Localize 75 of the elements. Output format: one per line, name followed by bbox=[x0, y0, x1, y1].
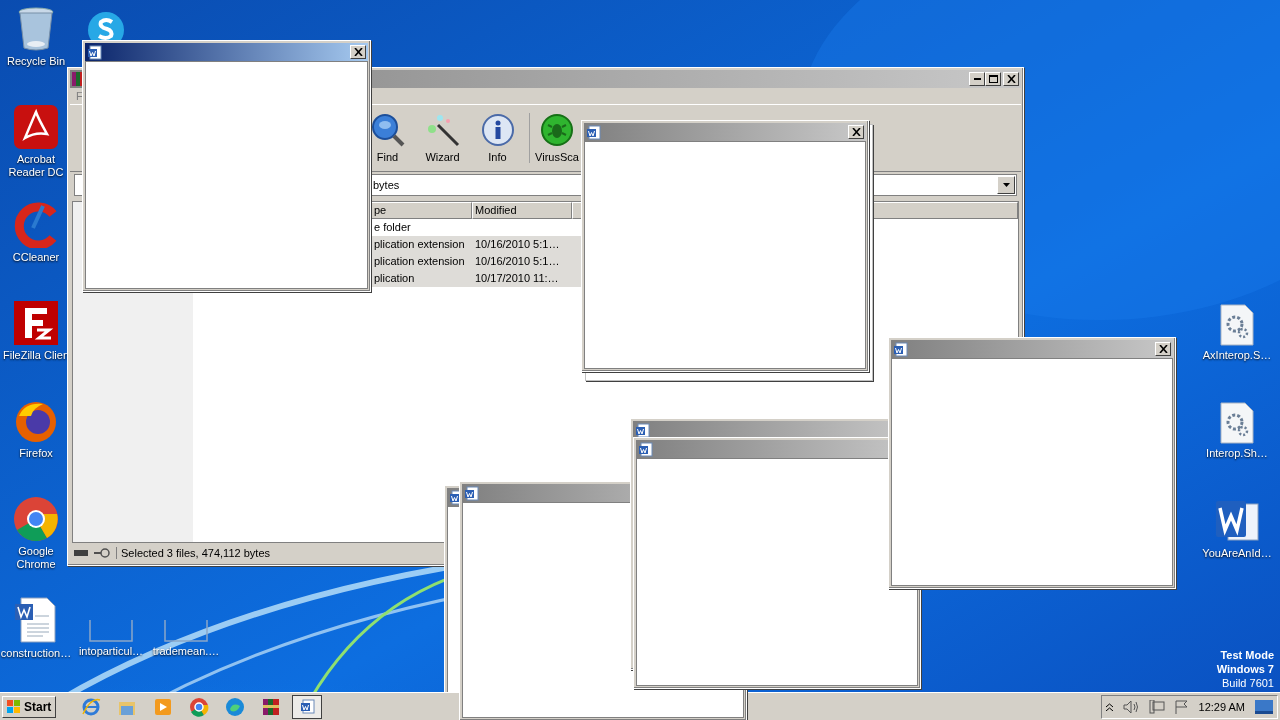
toolbar-button[interactable]: Wizard bbox=[415, 108, 470, 168]
table-cell-text: 10/17/2010 11:… bbox=[474, 271, 560, 286]
close-button[interactable] bbox=[1003, 72, 1019, 86]
icon-label: Firefox bbox=[19, 447, 53, 460]
close-button[interactable] bbox=[1155, 342, 1171, 356]
word-document-icon bbox=[87, 44, 102, 60]
table-cell-text: plication extension bbox=[373, 254, 466, 269]
archive-books-icon bbox=[261, 696, 282, 717]
ccleaner-icon bbox=[13, 202, 59, 248]
icon-label: YouAreAnId… bbox=[1202, 547, 1272, 560]
windows-logo-icon bbox=[7, 699, 21, 714]
drive-icon bbox=[74, 550, 88, 556]
os-notice-text: Windows 7 bbox=[1216, 662, 1274, 676]
acrobat-icon bbox=[13, 104, 59, 150]
filezilla-icon bbox=[13, 300, 59, 346]
table-cell-text: 10/16/2010 5:1… bbox=[474, 254, 561, 269]
start-button[interactable]: Start bbox=[2, 695, 57, 718]
toolbar-button[interactable]: Info bbox=[470, 108, 525, 168]
bug-icon bbox=[540, 113, 574, 147]
icon-label: Google Chrome bbox=[15, 545, 57, 571]
minimize-button[interactable] bbox=[969, 72, 985, 86]
close-icon bbox=[851, 128, 861, 136]
network-icon bbox=[1148, 699, 1165, 714]
chrome-icon bbox=[13, 496, 59, 542]
flag-icon bbox=[1174, 699, 1189, 714]
table-cell-text: e folder bbox=[373, 220, 412, 235]
show-desktop-icon bbox=[1255, 699, 1273, 714]
recycle-bin-icon bbox=[16, 6, 56, 52]
word-document-icon bbox=[13, 596, 59, 644]
magic-wand-icon bbox=[425, 113, 460, 147]
word-document-icon bbox=[586, 124, 601, 140]
table-cell-text: plication extension bbox=[373, 237, 466, 252]
dropdown-arrow-icon bbox=[1002, 183, 1010, 187]
column-header[interactable]: Modified bbox=[472, 202, 572, 219]
close-icon bbox=[353, 48, 363, 56]
column-header[interactable]: pe bbox=[371, 202, 472, 219]
table-cell-text: plication bbox=[373, 271, 416, 286]
gears-file-icon bbox=[1220, 304, 1254, 346]
icon-label: Interop.Sh… bbox=[1206, 447, 1268, 460]
gears-file-icon bbox=[1220, 402, 1254, 444]
toolbar-button[interactable]: VirusSca bbox=[535, 108, 579, 168]
os-notice-text: Build 7601 bbox=[1222, 676, 1274, 690]
status-text: Selected 3 files, 474,112 bytes bbox=[116, 547, 270, 559]
taskbar-app-button[interactable] bbox=[292, 694, 323, 719]
close-button[interactable] bbox=[350, 45, 366, 59]
blank-file-icon bbox=[89, 620, 133, 642]
close-icon bbox=[1006, 75, 1016, 83]
icon-label: Acrobat Reader DC bbox=[7, 153, 65, 179]
chevron-up-icon bbox=[1105, 702, 1113, 711]
icon-label: construction… bbox=[0, 647, 72, 660]
word-document-icon bbox=[893, 341, 908, 357]
media-player-icon bbox=[153, 696, 174, 717]
word-icon bbox=[1214, 498, 1260, 544]
os-notice-text: Test Mode bbox=[1220, 648, 1274, 662]
icon-label: Recycle Bin bbox=[6, 55, 66, 68]
table-cell-text: 10/16/2010 5:1… bbox=[474, 237, 561, 252]
key-icon bbox=[94, 548, 110, 558]
info-icon bbox=[480, 113, 515, 147]
speaker-icon bbox=[1122, 699, 1139, 714]
word-document-icon bbox=[638, 441, 653, 457]
minimize-icon bbox=[973, 78, 981, 80]
blank-file-icon bbox=[164, 620, 208, 642]
word-document-icon bbox=[299, 699, 315, 714]
maximize-icon bbox=[988, 75, 998, 83]
close-icon bbox=[1158, 345, 1168, 353]
icon-label: CCleaner bbox=[12, 251, 60, 264]
maximize-button[interactable] bbox=[985, 72, 1001, 86]
icon-label: AxInterop.S… bbox=[1202, 349, 1272, 362]
edge-icon bbox=[225, 696, 246, 717]
chrome-icon bbox=[189, 696, 210, 717]
clock-text: 12:29 AM bbox=[1198, 700, 1245, 713]
close-button[interactable] bbox=[848, 125, 864, 139]
word-document-icon bbox=[464, 485, 479, 501]
internet-explorer-icon bbox=[81, 696, 102, 717]
icon-label: intoparticul… bbox=[78, 645, 144, 658]
